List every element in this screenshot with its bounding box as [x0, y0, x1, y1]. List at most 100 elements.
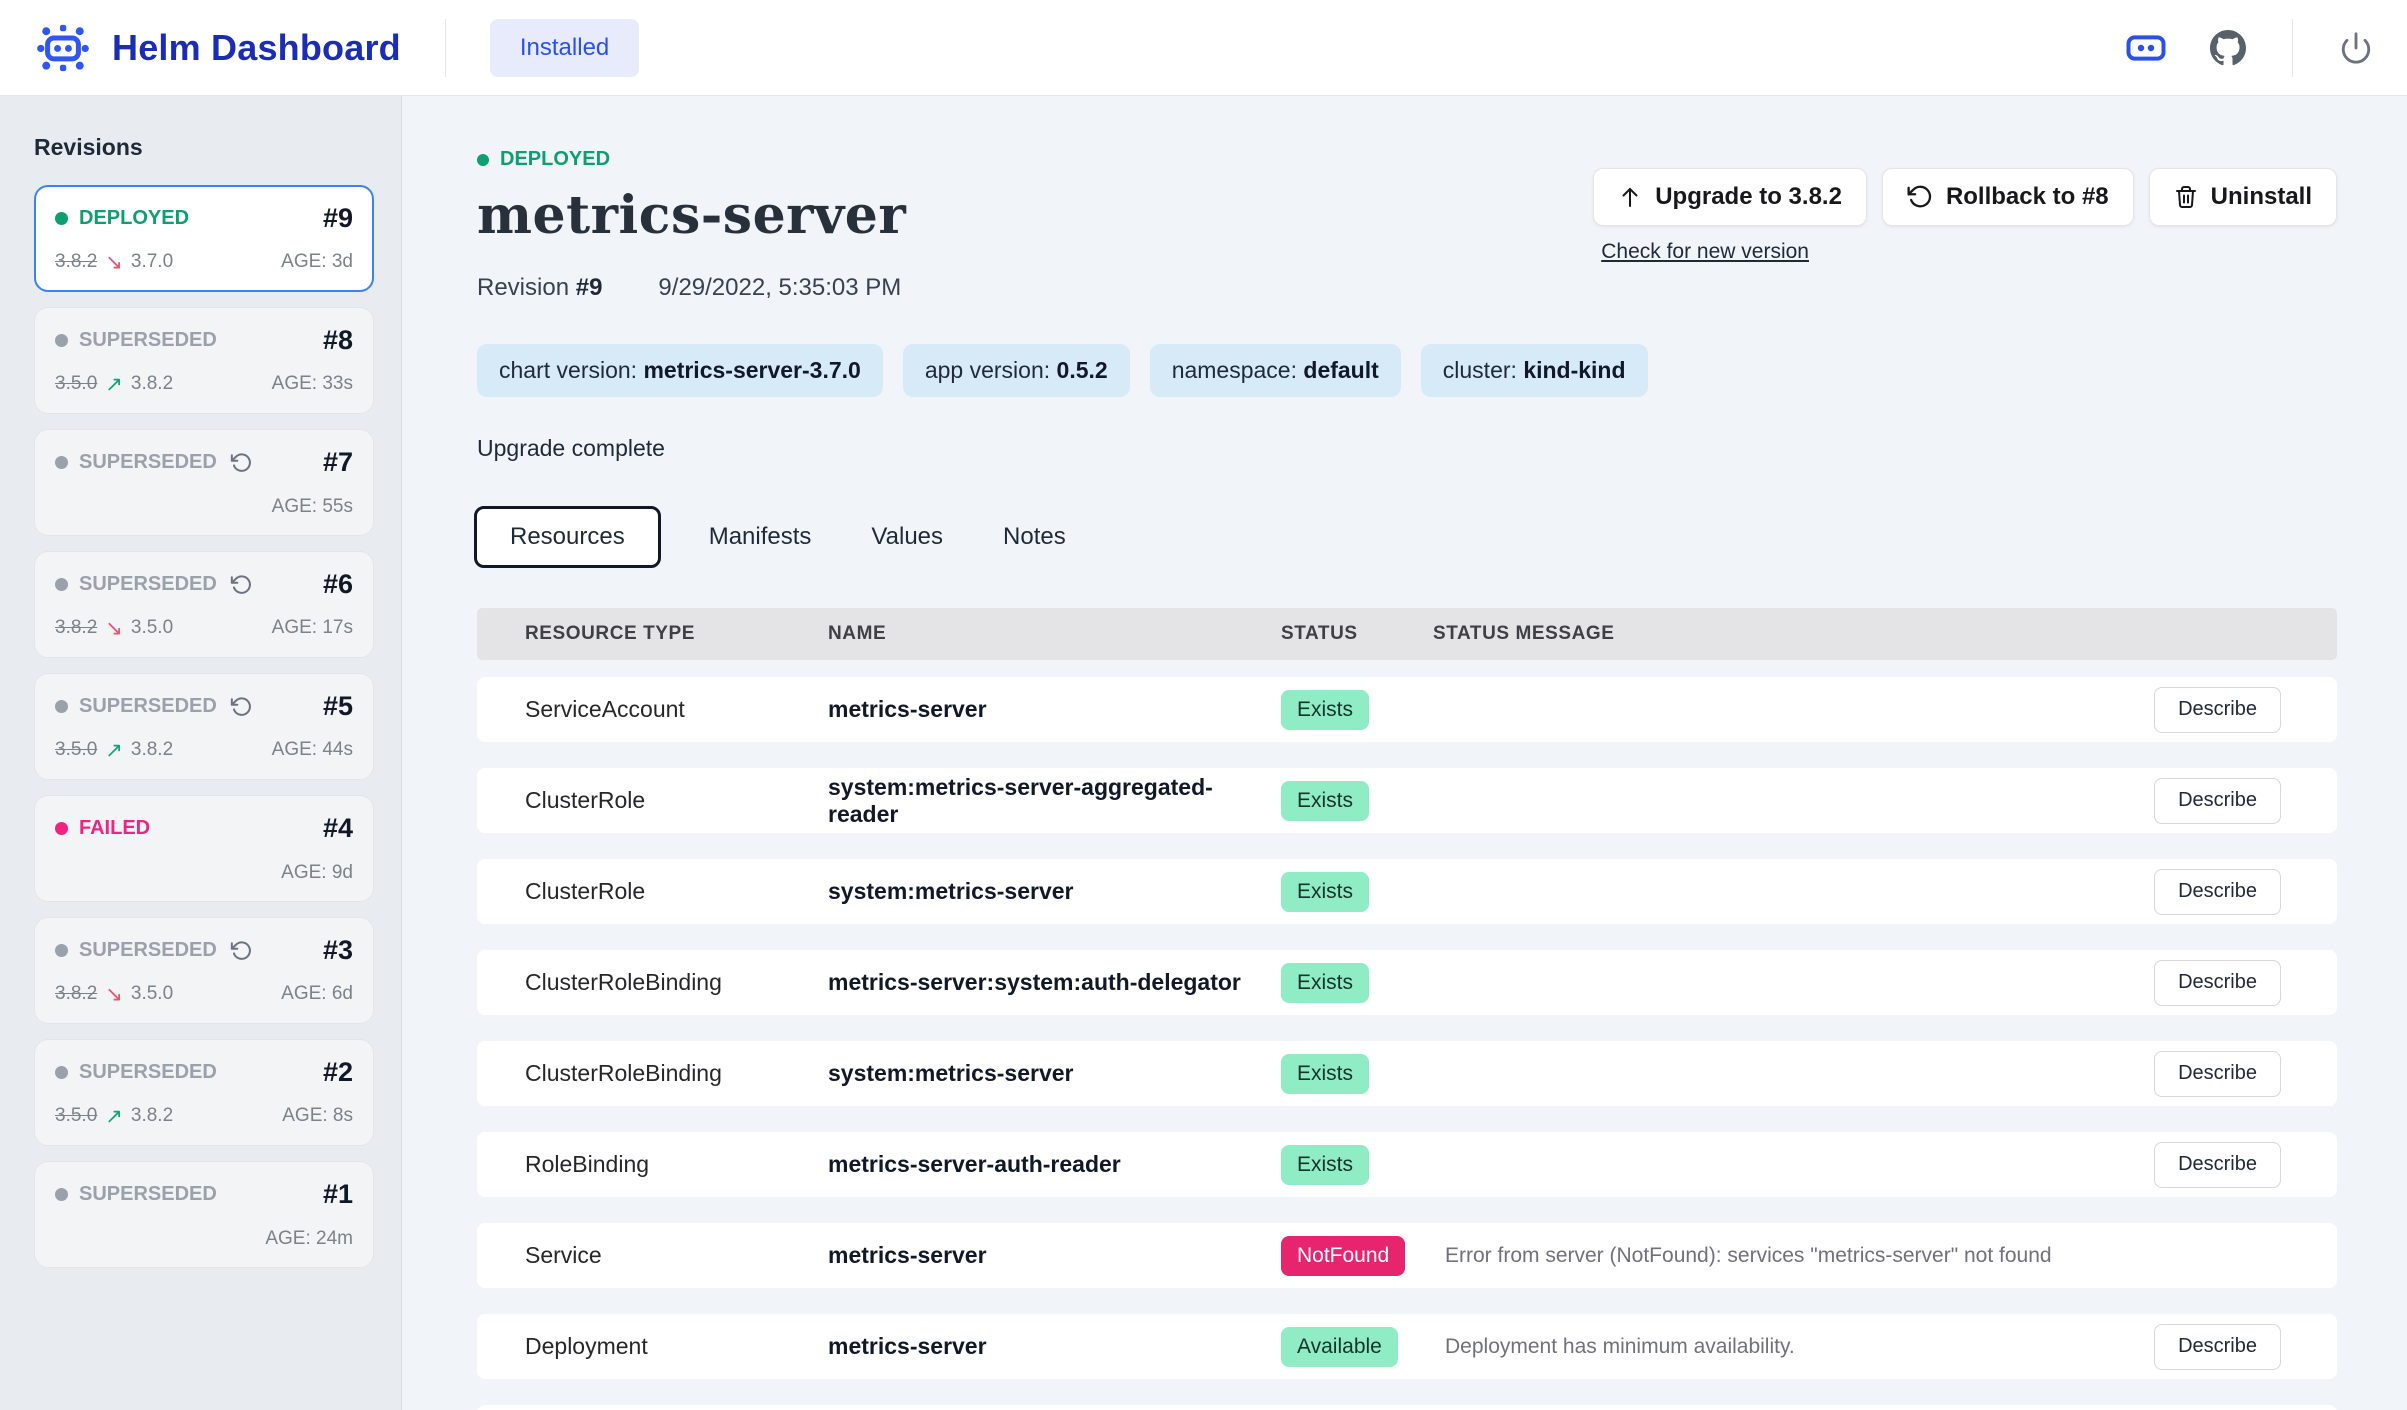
- nav-right-icons: [2126, 19, 2373, 77]
- resource-name-cell: system:metrics-server-aggregated-reader: [828, 774, 1281, 828]
- tab-manifests[interactable]: Manifests: [697, 507, 824, 567]
- revision-version-change: 3.8.2 ↘ 3.5.0: [55, 982, 173, 1006]
- old-version: 3.8.2: [55, 983, 97, 1005]
- nav-divider: [2292, 19, 2293, 77]
- table-row: APIService v1beta1.metrics.k8s.io NotAva…: [477, 1405, 2337, 1410]
- resource-type-cell: ClusterRole: [525, 787, 828, 814]
- trash-icon: [2174, 184, 2198, 210]
- revision-number: #6: [323, 569, 353, 600]
- resource-type-cell: ClusterRoleBinding: [525, 969, 828, 996]
- revision-status-label: SUPERSEDED: [79, 1061, 217, 1084]
- tab-values[interactable]: Values: [859, 507, 955, 567]
- status-badge: NotFound: [1281, 1236, 1405, 1276]
- revision-card[interactable]: SUPERSEDED #5 3.5.0 ↗ 3.8.2 AGE: 44s: [34, 673, 374, 780]
- revision-number: #8: [323, 325, 353, 356]
- describe-button[interactable]: Describe: [2154, 778, 2281, 824]
- old-version: 3.5.0: [55, 1105, 97, 1127]
- table-body: ServiceAccount metrics-server Exists Des…: [477, 677, 2337, 1410]
- table-row: ServiceAccount metrics-server Exists Des…: [477, 677, 2337, 742]
- table-row: ClusterRoleBinding metrics-server:system…: [477, 950, 2337, 1015]
- old-version: 3.5.0: [55, 373, 97, 395]
- tab-installed[interactable]: Installed: [490, 19, 639, 77]
- resource-name-cell: system:metrics-server: [828, 878, 1281, 905]
- resource-name-cell: metrics-server: [828, 1242, 1281, 1269]
- revision-number: #9: [323, 203, 353, 234]
- revision-card[interactable]: SUPERSEDED #1 AGE: 24m: [34, 1161, 374, 1268]
- revision-status-label: SUPERSEDED: [79, 573, 217, 596]
- revision-line: Revision #9 9/29/2022, 5:35:03 PM: [477, 274, 2337, 302]
- revisions-heading: Revisions: [34, 134, 373, 161]
- top-navbar: Helm Dashboard Installed: [0, 0, 2407, 96]
- revision-version-change: 3.5.0 ↗ 3.8.2: [55, 372, 173, 396]
- revision-age: AGE: 8s: [282, 1105, 353, 1127]
- tab-resources[interactable]: Resources: [474, 506, 661, 568]
- revision-status-label: FAILED: [79, 817, 150, 840]
- info-badge: app version: 0.5.2: [903, 344, 1130, 397]
- describe-button[interactable]: Describe: [2154, 687, 2281, 733]
- describe-button[interactable]: Describe: [2154, 1051, 2281, 1097]
- revision-age: AGE: 24m: [265, 1228, 353, 1250]
- revision-number: #2: [323, 1057, 353, 1088]
- resources-table: RESOURCE TYPENAMESTATUSSTATUS MESSAGE Se…: [477, 608, 2337, 1410]
- revision-number: #4: [323, 813, 353, 844]
- release-tabs: Resources Manifests Values Notes: [474, 506, 2337, 568]
- new-version: 3.8.2: [131, 1105, 173, 1127]
- resource-type-cell: RoleBinding: [525, 1151, 828, 1178]
- revision-card[interactable]: FAILED #4 AGE: 9d: [34, 795, 374, 902]
- release-info-badges: chart version: metrics-server-3.7.0app v…: [477, 344, 2337, 397]
- describe-button[interactable]: Describe: [2154, 1142, 2281, 1188]
- revision-card[interactable]: SUPERSEDED #8 3.5.0 ↗ 3.8.2 AGE: 33s: [34, 307, 374, 414]
- table-header: RESOURCE TYPENAMESTATUSSTATUS MESSAGE: [477, 608, 2337, 660]
- check-new-version-link[interactable]: Check for new version: [1601, 240, 1809, 264]
- robot-face-icon[interactable]: [2126, 32, 2166, 64]
- power-icon[interactable]: [2339, 31, 2373, 65]
- status-note: Upgrade complete: [477, 435, 2337, 462]
- describe-button[interactable]: Describe: [2154, 1324, 2281, 1370]
- version-direction-arrow-icon: ↗: [105, 738, 123, 762]
- table-row: RoleBinding metrics-server-auth-reader E…: [477, 1132, 2337, 1197]
- upgrade-button[interactable]: Upgrade to 3.8.2: [1593, 168, 1867, 226]
- version-direction-arrow-icon: ↗: [105, 1104, 123, 1128]
- version-direction-arrow-icon: ↘: [105, 616, 123, 640]
- up-arrow-icon: [1618, 184, 1642, 210]
- status-badge: Available: [1281, 1327, 1398, 1367]
- revision-card[interactable]: SUPERSEDED #7 AGE: 55s: [34, 429, 374, 536]
- resource-type-cell: ClusterRole: [525, 878, 828, 905]
- revision-age: AGE: 17s: [272, 617, 353, 639]
- status-badge: Exists: [1281, 690, 1369, 730]
- resource-type-cell: Service: [525, 1242, 828, 1269]
- revision-age: AGE: 9d: [281, 862, 353, 884]
- rollback-button[interactable]: Rollback to #8: [1882, 168, 2134, 226]
- nav-divider: [445, 19, 446, 77]
- resource-name-cell: metrics-server: [828, 1333, 1281, 1360]
- revision-number: #7: [323, 447, 353, 478]
- revision-version-change: 3.5.0 ↗ 3.8.2: [55, 1104, 173, 1128]
- revision-card[interactable]: SUPERSEDED #6 3.8.2 ↘ 3.5.0 AGE: 17s: [34, 551, 374, 658]
- rollback-circle-icon: [230, 696, 252, 718]
- revision-age: AGE: 55s: [272, 496, 353, 518]
- revision-version-change: 3.5.0 ↗ 3.8.2: [55, 738, 173, 762]
- new-version: 3.5.0: [131, 983, 173, 1005]
- uninstall-button[interactable]: Uninstall: [2149, 168, 2337, 226]
- table-row: ClusterRole system:metrics-server-aggreg…: [477, 768, 2337, 833]
- tab-notes[interactable]: Notes: [991, 507, 1078, 567]
- describe-button[interactable]: Describe: [2154, 960, 2281, 1006]
- version-direction-arrow-icon: ↘: [105, 250, 123, 274]
- new-version: 3.7.0: [131, 251, 173, 273]
- revision-status-dot: [55, 700, 68, 713]
- info-badge: namespace: default: [1150, 344, 1401, 397]
- table-row: ClusterRole system:metrics-server Exists…: [477, 859, 2337, 924]
- resource-name-cell: metrics-server: [828, 696, 1281, 723]
- old-version: 3.8.2: [55, 617, 97, 639]
- revision-status-dot: [55, 1066, 68, 1079]
- old-version: 3.8.2: [55, 251, 97, 273]
- column-header: NAME: [828, 623, 1281, 645]
- revision-card[interactable]: SUPERSEDED #3 3.8.2 ↘ 3.5.0 AGE: 6d: [34, 917, 374, 1024]
- version-direction-arrow-icon: ↘: [105, 982, 123, 1006]
- revision-status-dot: [55, 822, 68, 835]
- revision-card[interactable]: DEPLOYED #9 3.8.2 ↘ 3.7.0 AGE: 3d: [34, 185, 374, 292]
- table-row: Deployment metrics-server Available Depl…: [477, 1314, 2337, 1379]
- revision-card[interactable]: SUPERSEDED #2 3.5.0 ↗ 3.8.2 AGE: 8s: [34, 1039, 374, 1146]
- describe-button[interactable]: Describe: [2154, 869, 2281, 915]
- github-icon[interactable]: [2210, 30, 2246, 66]
